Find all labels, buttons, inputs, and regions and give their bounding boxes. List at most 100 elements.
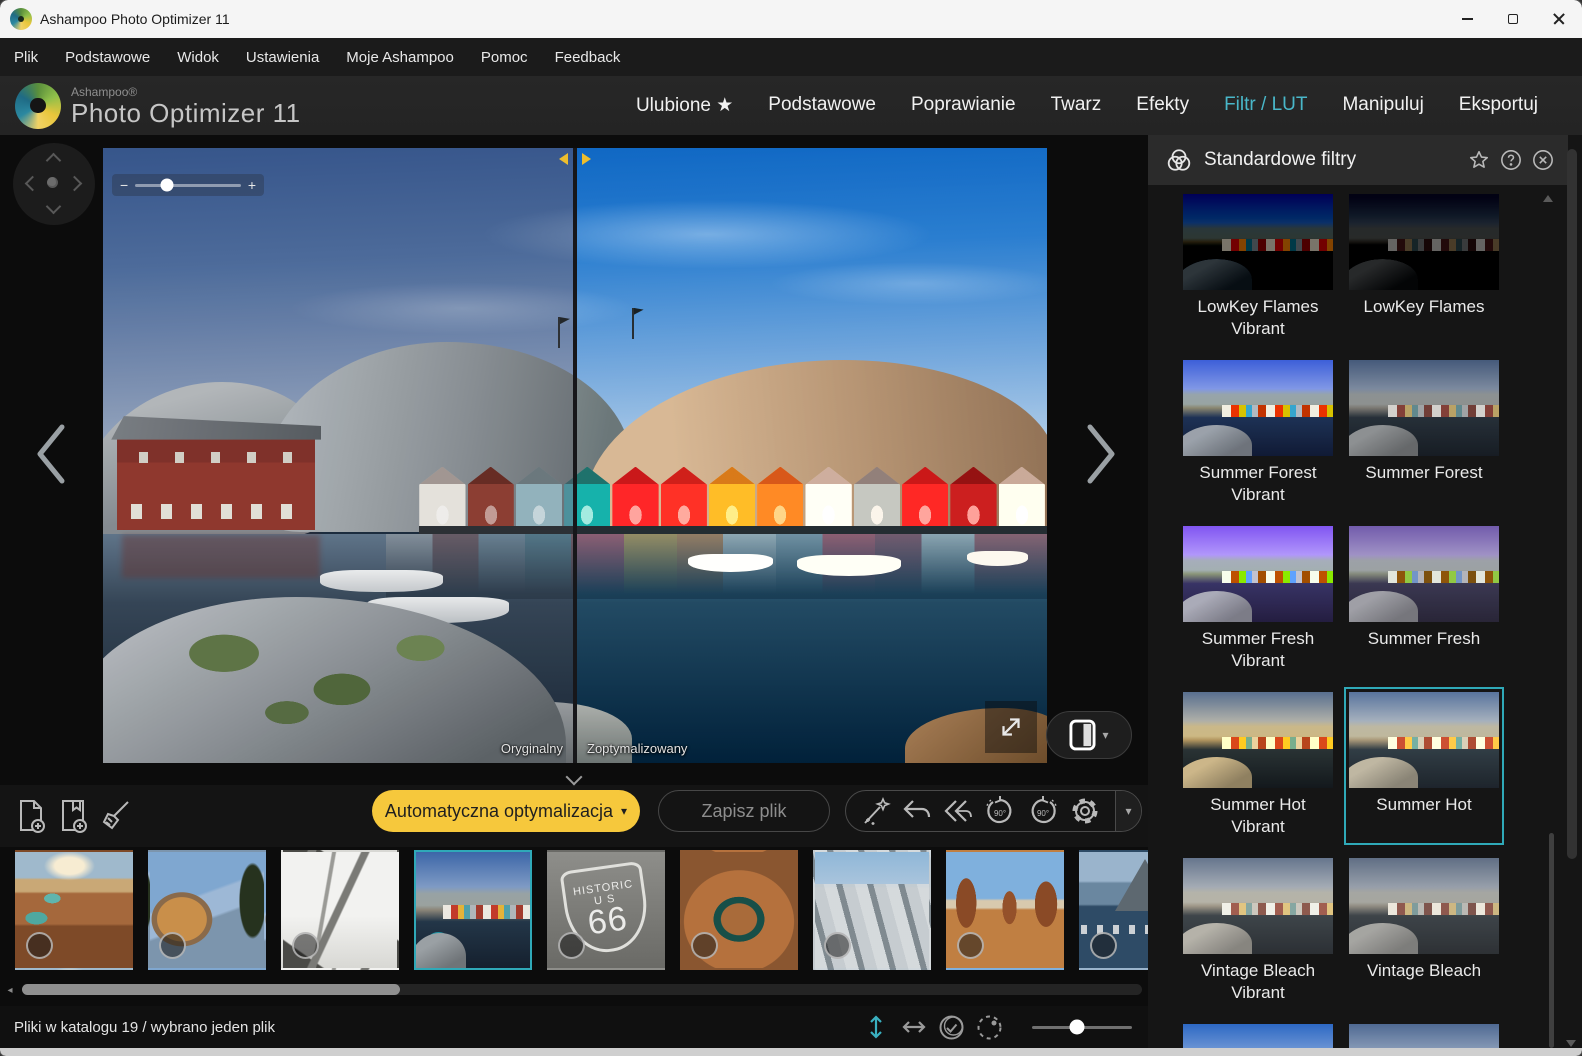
divider-arrow-left-icon[interactable] bbox=[559, 153, 568, 165]
zoom-slider[interactable]: − + bbox=[112, 174, 264, 196]
undo-all-button[interactable] bbox=[942, 795, 974, 827]
settings-button[interactable] bbox=[1069, 795, 1101, 827]
zoom-in-icon[interactable]: + bbox=[248, 178, 256, 192]
filter-panel: Standardowe filtry LowKey Flames Vibrant… bbox=[1148, 135, 1582, 1056]
save-file-button[interactable]: Zapisz plik bbox=[658, 790, 830, 832]
rotate-left-button[interactable]: 90° bbox=[983, 795, 1017, 827]
filter-item[interactable]: Summer Fresh Vibrant bbox=[1178, 521, 1338, 679]
invert-selection-button[interactable] bbox=[976, 1014, 1003, 1041]
pan-right-icon[interactable] bbox=[67, 176, 83, 192]
undo-button[interactable] bbox=[901, 795, 933, 827]
filmstrip-thumbnail[interactable]: HISTORIC U S 66 ✓ bbox=[547, 850, 665, 970]
nav-tab[interactable]: Ulubione ★ bbox=[636, 94, 733, 117]
thumbnail-checkbox[interactable]: ✓ bbox=[425, 932, 452, 959]
menu-item[interactable]: Ustawienia bbox=[246, 49, 319, 66]
compare-mode-button[interactable]: ▾ bbox=[1046, 711, 1132, 759]
select-all-button[interactable] bbox=[938, 1014, 965, 1041]
filmstrip-scroll-left-icon[interactable]: ◂ bbox=[3, 984, 17, 996]
chevron-left-icon bbox=[34, 423, 68, 485]
compare-divider[interactable] bbox=[573, 148, 577, 763]
filter-item[interactable]: Vintage Bleach bbox=[1344, 853, 1504, 1011]
filmstrip-thumbnail[interactable]: ✓ bbox=[813, 850, 931, 970]
filter-item[interactable]: LowKey Flames Vibrant bbox=[1178, 189, 1338, 347]
thumbnail-checkbox[interactable]: ✓ bbox=[824, 932, 851, 959]
collapse-toolbar-icon[interactable] bbox=[566, 769, 583, 786]
filter-item[interactable]: Summer Fresh bbox=[1344, 521, 1504, 679]
chevron-down-icon: ▾ bbox=[1125, 805, 1131, 817]
scene-boat bbox=[320, 570, 443, 592]
filmstrip-thumbnail[interactable]: ✓ bbox=[680, 850, 798, 970]
rotate-right-button[interactable]: 90° bbox=[1026, 795, 1060, 827]
nav-tab[interactable]: Eksportuj bbox=[1459, 94, 1538, 117]
help-button[interactable] bbox=[1499, 149, 1522, 172]
thumbnail-checkbox[interactable]: ✓ bbox=[26, 932, 53, 959]
filmstrip-scrollbar[interactable] bbox=[22, 984, 1142, 995]
fit-vertical-button[interactable] bbox=[862, 1014, 889, 1041]
filmstrip-thumbnail[interactable]: ✓ bbox=[946, 850, 1064, 970]
close-panel-button[interactable] bbox=[1531, 149, 1554, 172]
auto-optimize-button[interactable]: Automatyczna optymalizacja ▾ bbox=[372, 790, 640, 832]
pan-control[interactable] bbox=[13, 143, 95, 225]
filmstrip-thumbnail[interactable]: ✓ bbox=[281, 850, 399, 970]
photo-compare-view[interactable]: Oryginalny Zoptymalizowany − + bbox=[103, 148, 1047, 763]
filmstrip-thumbnail[interactable]: ✓ bbox=[15, 850, 133, 970]
filter-item[interactable]: Summer Hot Vibrant bbox=[1178, 687, 1338, 845]
clean-list-button[interactable] bbox=[94, 793, 136, 839]
thumbnail-checkbox[interactable]: ✓ bbox=[159, 932, 186, 959]
fit-horizontal-button[interactable] bbox=[900, 1014, 927, 1041]
filmstrip-thumbnail[interactable]: ✓ bbox=[414, 850, 532, 970]
nav-tab[interactable]: Poprawianie bbox=[911, 94, 1016, 117]
close-button[interactable] bbox=[1536, 0, 1582, 38]
panel-scroll-up-icon[interactable] bbox=[1543, 195, 1553, 202]
pan-center-dot[interactable] bbox=[47, 177, 58, 188]
chevron-down-icon[interactable]: ▾ bbox=[1102, 729, 1108, 741]
nav-tab[interactable]: Efekty bbox=[1136, 94, 1189, 117]
fullscreen-button[interactable] bbox=[985, 701, 1037, 753]
nav-tab[interactable]: Twarz bbox=[1051, 94, 1102, 117]
thumbnail-checkbox[interactable]: ✓ bbox=[558, 932, 585, 959]
pan-up-icon[interactable] bbox=[46, 153, 62, 169]
filmstrip-scrollbar-thumb[interactable] bbox=[22, 984, 400, 995]
filter-item[interactable]: Summer Forest bbox=[1344, 355, 1504, 513]
thumbnail-size-slider-thumb[interactable] bbox=[1070, 1020, 1085, 1035]
maximize-button[interactable] bbox=[1490, 0, 1536, 38]
thumbnail-checkbox[interactable]: ✓ bbox=[691, 932, 718, 959]
tools-dropdown-button[interactable]: ▾ bbox=[1115, 791, 1141, 831]
divider-arrow-right-icon[interactable] bbox=[582, 153, 591, 165]
panel-scroll-down-icon[interactable] bbox=[1566, 1040, 1576, 1047]
pan-down-icon[interactable] bbox=[46, 199, 62, 215]
filter-item[interactable]: LowKey Flames bbox=[1344, 189, 1504, 347]
next-image-button[interactable] bbox=[1078, 417, 1124, 491]
add-file-button[interactable] bbox=[10, 793, 52, 839]
panel-inner-scrollbar[interactable] bbox=[1549, 833, 1554, 1048]
filter-item[interactable]: Summer Hot bbox=[1344, 687, 1504, 845]
menu-item[interactable]: Widok bbox=[177, 49, 219, 66]
thumbnail-size-slider[interactable] bbox=[1032, 1026, 1132, 1029]
thumbnail-checkbox[interactable]: ✓ bbox=[957, 932, 984, 959]
auto-wand-button[interactable] bbox=[860, 795, 892, 827]
thumbnail-checkbox[interactable]: ✓ bbox=[292, 932, 319, 959]
menu-item[interactable]: Moje Ashampoo bbox=[346, 49, 454, 66]
thumbnail-checkbox[interactable]: ✓ bbox=[1090, 932, 1117, 959]
add-folder-button[interactable] bbox=[52, 793, 94, 839]
zoom-slider-track[interactable] bbox=[135, 184, 241, 187]
pan-left-icon[interactable] bbox=[25, 176, 41, 192]
filmstrip-thumbnail[interactable]: ✓ bbox=[1079, 850, 1148, 970]
minimize-button[interactable] bbox=[1444, 0, 1490, 38]
menu-item[interactable]: Plik bbox=[14, 49, 38, 66]
app-icon bbox=[10, 8, 32, 30]
nav-tab[interactable]: Podstawowe bbox=[768, 94, 876, 117]
panel-scrollbar-thumb[interactable] bbox=[1567, 149, 1577, 859]
zoom-slider-thumb[interactable] bbox=[160, 179, 173, 192]
filmstrip-thumbnail[interactable]: ✓ bbox=[148, 850, 266, 970]
menu-item[interactable]: Podstawowe bbox=[65, 49, 150, 66]
favorite-button[interactable] bbox=[1467, 149, 1490, 172]
menu-item[interactable]: Pomoc bbox=[481, 49, 528, 66]
previous-image-button[interactable] bbox=[28, 417, 74, 491]
nav-tab[interactable]: Filtr / LUT bbox=[1224, 94, 1307, 117]
filter-item[interactable]: Summer Forest Vibrant bbox=[1178, 355, 1338, 513]
filter-item[interactable]: Vintage Bleach Vibrant bbox=[1178, 853, 1338, 1011]
zoom-out-icon[interactable]: − bbox=[120, 178, 128, 192]
nav-tab[interactable]: Manipuluj bbox=[1342, 94, 1423, 117]
menu-item[interactable]: Feedback bbox=[555, 49, 621, 66]
